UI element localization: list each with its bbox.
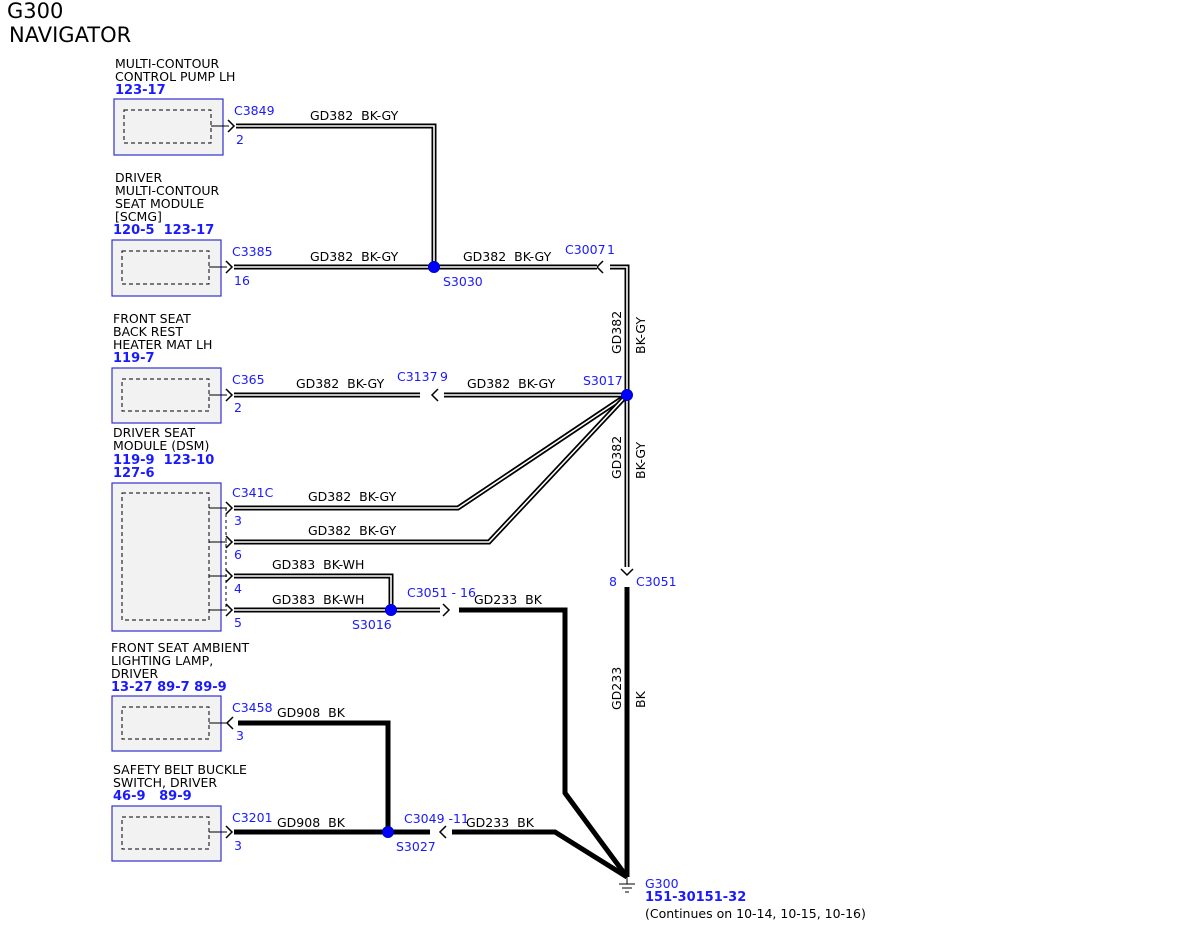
connector-pin: 3 (234, 513, 242, 528)
component-multi-contour-pump: MULTI-CONTOUR CONTROL PUMP LH 123-17 (113, 56, 235, 156)
component-reference[interactable]: 123-17 (115, 83, 166, 98)
component-reference[interactable]: 13-27 89-7 89-9 (111, 680, 227, 695)
inline-connector-id[interactable]: C3049 -11 (404, 811, 469, 826)
page-title: G300 (7, 0, 63, 23)
inline-connector-pin: 8 (609, 574, 617, 589)
wire-label: GD382 BK-GY (463, 249, 552, 264)
wires-striped (234, 123, 630, 613)
wire-label-vertical: GD233 (609, 667, 624, 710)
ground-symbol (619, 877, 635, 893)
wire-label: GD382 BK-GY (308, 489, 397, 504)
splice-dot[interactable] (428, 261, 440, 273)
splice-label: S3017 (583, 373, 623, 388)
ground-id[interactable]: G300 (645, 876, 679, 891)
connector-id[interactable]: C3201 (232, 810, 273, 825)
splice-label: S3030 (443, 274, 483, 289)
component-label-line: DRIVER (111, 666, 158, 681)
splice-dot[interactable] (382, 826, 394, 838)
continuation-note: (Continues on 10-14, 10-15, 10-16) (645, 906, 866, 921)
wire-label: GD382 BK-GY (310, 108, 399, 123)
component-safety-belt-buckle-switch: SAFETY BELT BUCKLE SWITCH, DRIVER 46-9 8… (111, 762, 247, 862)
inline-connector-id[interactable]: C3051 (636, 574, 677, 589)
wire-label-vertical: BK-GY (633, 317, 648, 354)
wire-label-vertical: BK-GY (633, 442, 648, 479)
component-driver-seat-module-scmg: DRIVER MULTI-CONTOUR SEAT MODULE [SCMG] … (111, 170, 222, 297)
component-driver-seat-module-dsm: DRIVER SEAT MODULE (DSM) 119-9 123-10 12… (111, 425, 222, 632)
connector-id[interactable]: C3458 (232, 700, 273, 715)
inline-connector-id[interactable]: C3137 (397, 369, 438, 384)
connector-id[interactable]: C3849 (234, 103, 275, 118)
connector-pin: 4 (234, 581, 242, 596)
inline-connector-id[interactable]: C3051 - 16 (407, 585, 476, 600)
component-label-line: SWITCH, DRIVER (113, 775, 217, 790)
splice-dot[interactable] (385, 604, 397, 616)
component-box (113, 98, 224, 156)
connector-pin: 3 (234, 838, 242, 853)
connector-pin: 2 (236, 132, 244, 147)
component-back-rest-heater-mat: FRONT SEAT BACK REST HEATER MAT LH 119-7 (111, 311, 222, 424)
component-box (111, 367, 222, 424)
connector-pin: 16 (234, 273, 250, 288)
inline-connector-id[interactable]: C3007 (565, 242, 606, 257)
splice-label: S3027 (396, 839, 436, 854)
ground-reference[interactable]: 151-30151-32 (645, 890, 746, 905)
connector-id[interactable]: C365 (232, 372, 265, 387)
connector-id[interactable]: C3385 (232, 244, 273, 259)
vehicle-name: NAVIGATOR (9, 23, 131, 47)
wire-label-vertical: GD382 (609, 436, 624, 479)
component-label-line: CONTROL PUMP LH (115, 69, 235, 84)
wire-label-vertical: BK (633, 690, 648, 708)
wire-label: GD908 BK (277, 815, 346, 830)
connector-pin: 6 (234, 547, 242, 562)
inline-connector-pin: 1 (607, 242, 615, 257)
wire-label-vertical: GD382 (609, 311, 624, 354)
component-reference[interactable]: 46-9 89-9 (113, 789, 192, 804)
component-label-line: HEATER MAT LH (113, 337, 212, 352)
component-label-line: [SCMG] (115, 209, 162, 224)
connector-pin: 5 (234, 615, 242, 630)
connector-pin-symbols (225, 119, 634, 839)
wire-label: GD382 BK-GY (467, 376, 556, 391)
component-reference[interactable]: 119-7 (113, 351, 155, 366)
splice-dot[interactable] (621, 389, 633, 401)
wire-label: GD383 BK-WH (272, 557, 364, 572)
component-ambient-lighting-lamp: FRONT SEAT AMBIENT LIGHTING LAMP, DRIVER… (111, 640, 250, 752)
component-reference[interactable]: 127-6 (113, 466, 155, 481)
component-box (111, 239, 222, 297)
wiring-diagram: G300 NAVIGATOR MULTI-CONTOUR CONTROL PUM… (7, 0, 866, 921)
wire-label: GD382 BK-GY (308, 523, 397, 538)
component-label-line: MODULE (DSM) (113, 438, 209, 453)
component-reference[interactable]: 120-5 123-17 (113, 223, 214, 238)
wire-label: GD382 BK-GY (310, 249, 399, 264)
connector-pin: 3 (236, 728, 244, 743)
component-box (111, 695, 222, 752)
wire-label: GD383 BK-WH (272, 592, 364, 607)
component-box (111, 805, 222, 862)
connector-id[interactable]: C341C (232, 485, 274, 500)
wire-label: GD233 BK (474, 592, 543, 607)
wire-label: GD382 BK-GY (296, 376, 385, 391)
wires-solid (234, 587, 630, 880)
inline-connector-pin: 9 (440, 369, 448, 384)
wire-label: GD233 BK (466, 815, 535, 830)
wire-label: GD908 BK (277, 705, 346, 720)
connector-pin: 2 (234, 400, 242, 415)
component-box (111, 482, 222, 632)
splice-label: S3016 (352, 617, 392, 632)
